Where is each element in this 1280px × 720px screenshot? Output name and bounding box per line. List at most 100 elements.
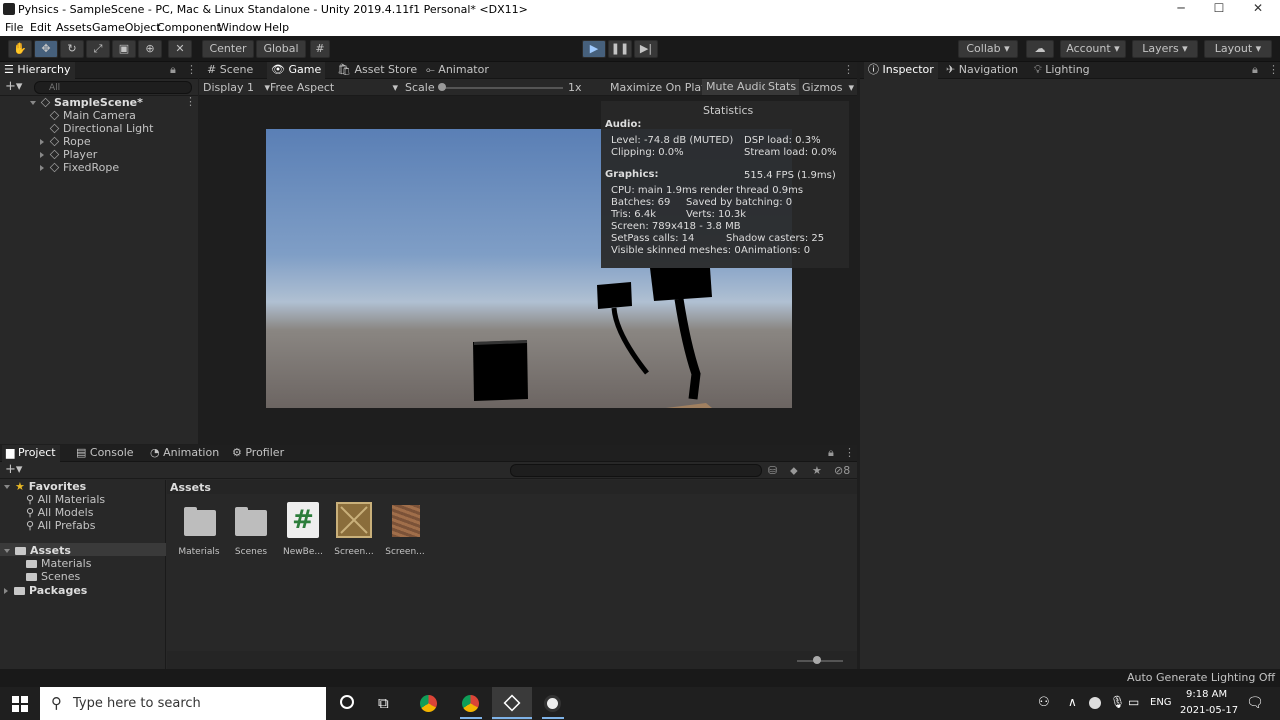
favorite-all-models[interactable]: ⚲ All Models [26, 506, 93, 519]
tab-inspector[interactable]: ⓘ Inspector [864, 62, 938, 79]
project-menu-icon[interactable]: ⋮ [844, 446, 855, 459]
layers-button[interactable]: Layers ▾ [1132, 40, 1198, 58]
menu-window[interactable]: Window [218, 21, 261, 34]
expand-arrow-icon[interactable] [40, 165, 44, 171]
scale-slider-thumb[interactable] [438, 83, 446, 91]
tab-project[interactable]: ▆ Project [2, 445, 60, 462]
expand-arrow-icon[interactable] [40, 139, 44, 145]
notification-icon[interactable]: 🗨︎ [1246, 695, 1264, 711]
folder-scenes[interactable]: Scenes [26, 570, 80, 583]
scenes-folder-icon[interactable] [235, 510, 267, 536]
chrome-icon[interactable] [420, 695, 437, 712]
menu-help[interactable]: Help [264, 21, 289, 34]
clock-time[interactable]: 9:18 AM [1186, 689, 1227, 700]
expand-arrow-icon[interactable] [30, 101, 36, 105]
layout-button[interactable]: Layout ▾ [1204, 40, 1272, 58]
tab-animator[interactable]: ⟜ Animator [422, 62, 493, 79]
asset-scenes-label[interactable]: Scenes [226, 547, 276, 557]
project-search-input[interactable] [510, 464, 762, 477]
hierarchy-item-rope[interactable]: Rope [40, 135, 91, 148]
chrome-profile-icon[interactable] [462, 695, 479, 712]
kebab-menu-icon[interactable]: ⋮ [186, 63, 197, 76]
tab-navigation[interactable]: ✈ Navigation [942, 62, 1022, 79]
mute-audio-toggle[interactable]: Mute Audio [702, 79, 773, 95]
microphone-icon[interactable]: 🎙︎ [1110, 695, 1125, 709]
scale-slider[interactable] [439, 87, 563, 89]
step-button[interactable]: ▶| [634, 40, 658, 58]
tab-scene[interactable]: # Scene [203, 62, 257, 79]
menu-file[interactable]: File [5, 21, 23, 34]
obs-icon[interactable] [544, 695, 561, 712]
packages-folder[interactable]: Packages [4, 584, 87, 597]
menu-gameobject[interactable]: GameObject [92, 21, 161, 34]
transform-tool-icon[interactable]: ⊕ [138, 40, 162, 58]
crate-texture-thumbnail[interactable] [336, 502, 372, 538]
tray-chevron-icon[interactable]: ∧ [1068, 695, 1077, 709]
hierarchy-item-main-camera[interactable]: Main Camera [49, 109, 136, 122]
icon-size-slider-thumb[interactable] [813, 656, 821, 664]
clock-date[interactable]: 2021-05-17 [1180, 705, 1238, 716]
favorites-group[interactable]: ★ Favorites [4, 480, 86, 493]
menu-edit[interactable]: Edit [30, 21, 51, 34]
rect-tool-icon[interactable]: ▣ [112, 40, 136, 58]
status-lighting-text[interactable]: Auto Generate Lighting Off [1127, 671, 1275, 684]
scene-menu-icon[interactable]: ⋮ [185, 95, 196, 108]
cloud-icon[interactable]: ☁ [1026, 40, 1054, 58]
tab-game[interactable]: 👁︎ Game [267, 62, 326, 79]
asset-materials-label[interactable]: Materials [174, 547, 224, 557]
lock-icon[interactable]: 🔒︎ [170, 63, 176, 77]
pause-button[interactable]: ❚❚ [608, 40, 632, 58]
breadcrumb-assets[interactable]: Assets [170, 481, 211, 494]
pivot-center-button[interactable]: Center [202, 40, 254, 58]
expand-arrow-icon[interactable] [4, 588, 8, 594]
create-plus-icon[interactable]: +▾ [5, 79, 22, 94]
panel-menu-icon[interactable]: ⋮ [843, 63, 854, 76]
stats-toggle[interactable]: Stats [765, 79, 800, 95]
rope-texture-thumbnail[interactable] [392, 505, 420, 537]
tab-lighting[interactable]: 💡︎ Lighting [1030, 62, 1094, 79]
play-button[interactable]: ▶ [582, 40, 606, 58]
unity-taskbar-button[interactable] [492, 687, 532, 720]
hierarchy-item-player[interactable]: Player [40, 148, 97, 161]
maximize-on-play-toggle[interactable]: Maximize On Play [610, 81, 708, 94]
minimize-button[interactable]: ─ [1166, 1, 1196, 17]
asset-screen2-label[interactable]: Screen... [380, 547, 430, 557]
account-button[interactable]: Account ▾ [1060, 40, 1126, 58]
aspect-dropdown[interactable]: Free Aspect ▾ [270, 81, 398, 94]
inspector-lock-icon[interactable]: 🔒︎ [1252, 63, 1258, 77]
pivot-global-button[interactable]: Global [256, 40, 306, 58]
close-button[interactable]: ✕ [1243, 1, 1273, 17]
tab-hierarchy[interactable]: ☰ Hierarchy [0, 62, 75, 79]
menu-assets[interactable]: Assets [56, 21, 92, 34]
collab-button[interactable]: Collab ▾ [958, 40, 1018, 58]
expand-arrow-icon[interactable] [40, 152, 44, 158]
favorite-star-icon[interactable]: ★ [812, 464, 822, 477]
project-lock-icon[interactable]: 🔒︎ [828, 446, 834, 460]
rotate-tool-icon[interactable]: ↻ [60, 40, 84, 58]
grid-snap-icon[interactable]: # [310, 40, 330, 58]
create-asset-plus-icon[interactable]: +▾ [5, 462, 22, 477]
search-by-type-icon[interactable]: ⛁ [768, 464, 777, 477]
custom-tool-icon[interactable]: ✕ [168, 40, 192, 58]
expand-arrow-icon[interactable] [4, 485, 10, 489]
cortana-icon[interactable] [340, 695, 354, 709]
tray-app-icon[interactable] [1089, 697, 1101, 709]
hierarchy-item-fixedrope[interactable]: FixedRope [40, 161, 119, 174]
tab-animation[interactable]: ◔ Animation [146, 445, 223, 462]
network-icon[interactable]: ▭ [1128, 695, 1139, 709]
favorite-all-prefabs[interactable]: ⚲ All Prefabs [26, 519, 96, 532]
gizmos-dropdown[interactable]: Gizmos ▾ [802, 81, 854, 94]
hierarchy-item-directional-light[interactable]: Directional Light [49, 122, 153, 135]
folder-materials[interactable]: Materials [26, 557, 91, 570]
taskbar-search-box[interactable]: ⚲ Type here to search [40, 687, 326, 720]
display-dropdown[interactable]: Display 1 ▾ [203, 81, 270, 94]
asset-script-label[interactable]: NewBe... [278, 547, 328, 557]
hierarchy-search-input[interactable] [34, 81, 192, 94]
asset-screen1-label[interactable]: Screen... [329, 547, 379, 557]
task-view-icon[interactable]: ⧉ [378, 694, 389, 712]
inspector-menu-icon[interactable]: ⋮ [1268, 63, 1279, 76]
windows-start-icon[interactable] [12, 696, 28, 712]
maximize-button[interactable]: ☐ [1204, 1, 1234, 17]
materials-folder-icon[interactable] [184, 510, 216, 536]
tab-asset-store[interactable]: 🛍︎ Asset Store [333, 62, 421, 79]
